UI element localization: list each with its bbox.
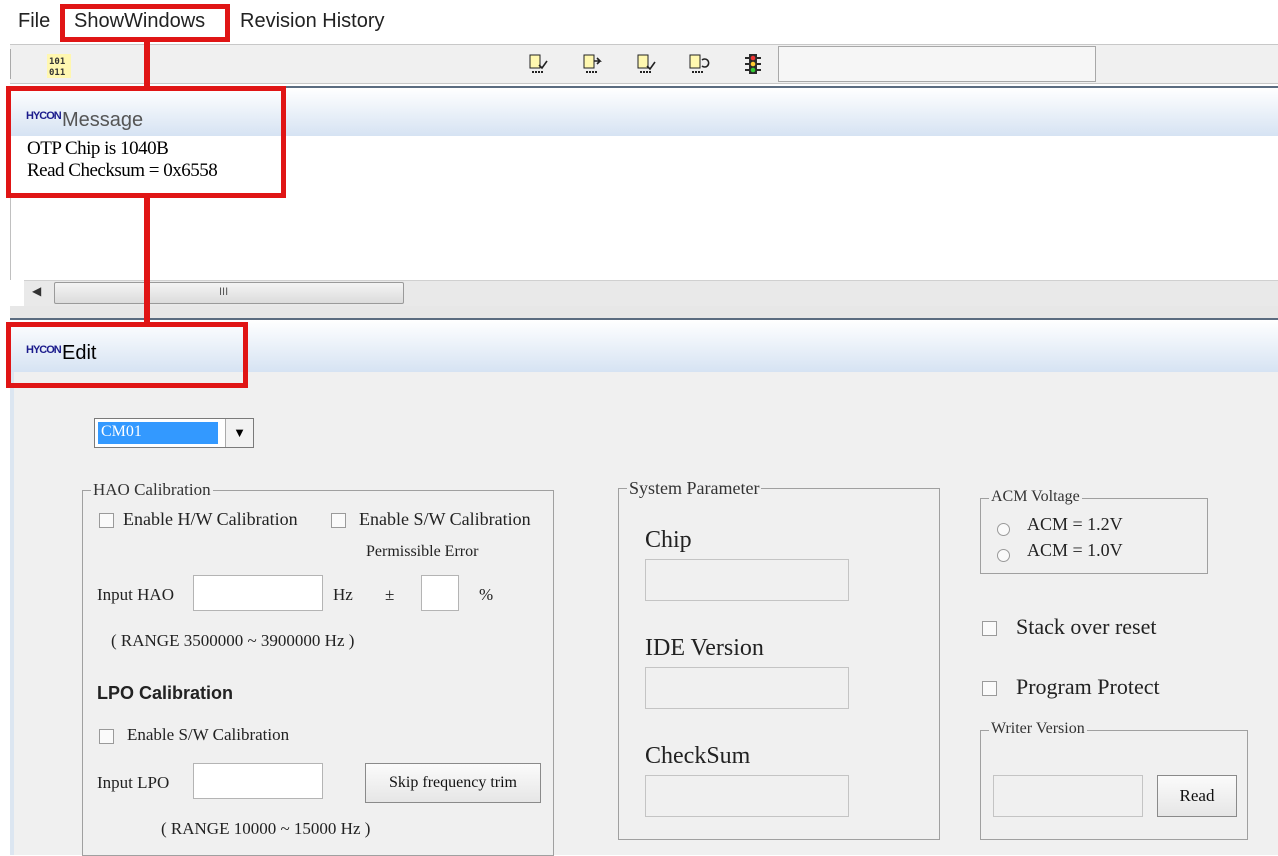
binary-icon-top: 101	[49, 57, 65, 67]
program-protect-label: Program Protect	[1016, 674, 1160, 699]
writer-version-field	[993, 775, 1143, 817]
hao-frequency-input[interactable]	[193, 575, 323, 611]
scroll-grip: III	[219, 286, 229, 298]
edit-panel-body: CM01 ▼ HAO Calibration Enable H/W Calibr…	[10, 372, 1278, 856]
acm-1-0v-radio[interactable]	[997, 549, 1010, 562]
binary-icon-bottom: 011	[49, 68, 65, 78]
plus-minus-label: ±	[385, 585, 395, 604]
verify-page-icon[interactable]	[636, 53, 658, 75]
lpo-enable-sw-calibration-checkbox[interactable]	[99, 729, 114, 744]
stack-over-reset-checkbox[interactable]	[982, 621, 997, 636]
toolbar-grip	[10, 49, 12, 79]
checksum-field	[645, 775, 849, 817]
annotation-box-edit	[6, 322, 248, 388]
toolbar-status-field	[778, 46, 1096, 82]
traffic-light-icon[interactable]	[742, 53, 764, 75]
system-parameter-group: System Parameter Chip IDE Version CheckS…	[618, 478, 940, 840]
permissible-error-input[interactable]	[421, 575, 459, 611]
enable-sw-calibration-checkbox[interactable]	[331, 513, 346, 528]
ide-version-field	[645, 667, 849, 709]
copy-page-icon[interactable]	[582, 53, 604, 75]
check-page-icon[interactable]	[528, 53, 550, 75]
enable-hw-calibration-checkbox[interactable]	[99, 513, 114, 528]
lpo-calibration-title: LPO Calibration	[97, 683, 234, 703]
read-button[interactable]: Read	[1157, 775, 1237, 817]
chip-model-dropdown[interactable]: CM01 ▼	[94, 418, 254, 448]
stack-over-reset-label: Stack over reset	[1016, 614, 1157, 639]
dropdown-selected-value: CM01	[98, 422, 218, 444]
panel-splitter[interactable]	[10, 306, 1278, 318]
chip-label: Chip	[645, 527, 692, 553]
annotation-connector	[144, 42, 150, 86]
acm-voltage-legend: ACM Voltage	[989, 488, 1082, 506]
enable-sw-calibration-label: Enable S/W Calibration	[359, 509, 531, 529]
skip-frequency-trim-button[interactable]: Skip frequency trim	[365, 763, 541, 803]
toolbar: 101 011	[10, 44, 1278, 84]
hao-hz-unit: Hz	[333, 585, 353, 604]
permissible-error-label: Permissible Error	[366, 543, 479, 560]
lpo-range-text: ( RANGE 10000 ~ 15000 Hz )	[161, 819, 371, 838]
percent-unit: %	[479, 585, 494, 604]
hao-calibration-legend: HAO Calibration	[91, 480, 213, 500]
reload-page-icon[interactable]	[688, 53, 710, 75]
binary-icon[interactable]: 101 011	[46, 53, 72, 79]
program-protect-checkbox[interactable]	[982, 681, 997, 696]
writer-version-group: Writer Version Read	[980, 720, 1248, 840]
ide-version-label: IDE Version	[645, 635, 764, 661]
input-hao-label: Input HAO	[97, 585, 174, 604]
acm-1-2v-label: ACM = 1.2V	[1027, 514, 1123, 534]
lpo-enable-sw-calibration-label: Enable S/W Calibration	[127, 725, 290, 744]
acm-1-0v-label: ACM = 1.0V	[1027, 540, 1123, 560]
horizontal-scrollbar[interactable]: ◀ III	[24, 280, 1278, 306]
menu-file[interactable]: File	[18, 10, 50, 33]
lpo-frequency-input[interactable]	[193, 763, 323, 799]
chevron-down-icon[interactable]: ▼	[225, 419, 253, 447]
system-parameter-legend: System Parameter	[627, 478, 762, 499]
scrollbar-thumb[interactable]: III	[54, 282, 404, 304]
hao-range-text: ( RANGE 3500000 ~ 3900000 Hz )	[111, 631, 355, 650]
annotation-connector	[144, 198, 150, 322]
enable-hw-calibration-label: Enable H/W Calibration	[123, 509, 298, 529]
hao-calibration-group: HAO Calibration Enable H/W Calibration E…	[82, 480, 554, 856]
input-lpo-label: Input LPO	[97, 773, 170, 792]
annotation-box-showwindows	[60, 4, 230, 42]
acm-voltage-group: ACM Voltage ACM = 1.2V ACM = 1.0V	[980, 488, 1208, 574]
checksum-label: CheckSum	[645, 743, 751, 769]
scroll-left-arrow-icon[interactable]: ◀	[32, 284, 41, 298]
annotation-box-message	[6, 86, 286, 198]
writer-version-legend: Writer Version	[989, 720, 1087, 738]
acm-1-2v-radio[interactable]	[997, 523, 1010, 536]
menu-revision-history[interactable]: Revision History	[240, 10, 384, 33]
chip-value-field	[645, 559, 849, 601]
